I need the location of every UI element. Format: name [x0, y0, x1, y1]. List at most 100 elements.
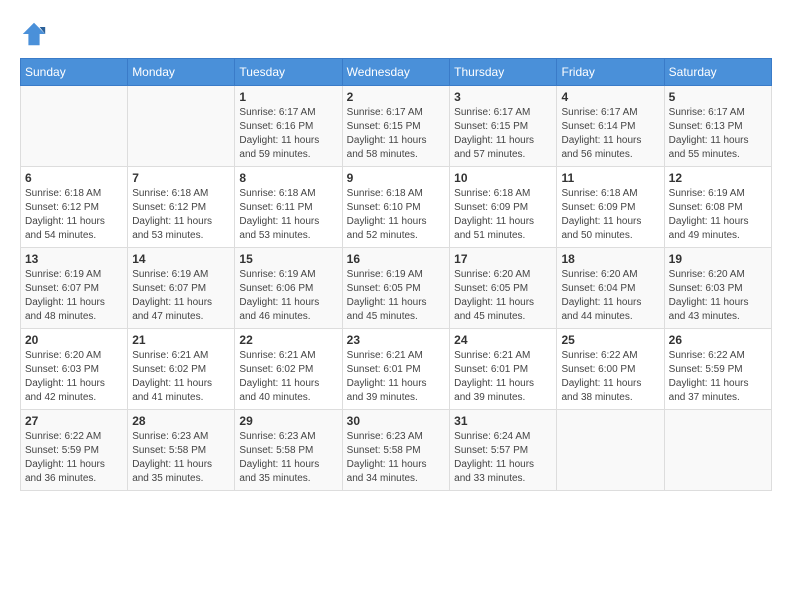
calendar-day-cell: 19 Sunrise: 6:20 AMSunset: 6:03 PMDayligh…	[664, 248, 771, 329]
day-number: 6	[25, 171, 123, 185]
day-info: Sunrise: 6:18 AMSunset: 6:11 PMDaylight:…	[239, 187, 337, 243]
calendar-day-cell: 26 Sunrise: 6:22 AMSunset: 5:59 PMDayligh…	[664, 329, 771, 410]
calendar-day-cell: 29 Sunrise: 6:23 AMSunset: 5:58 PMDayligh…	[235, 410, 342, 491]
calendar-day-cell	[128, 86, 235, 167]
day-number: 1	[239, 90, 337, 104]
day-of-week-header: Saturday	[664, 59, 771, 86]
day-info: Sunrise: 6:20 AMSunset: 6:04 PMDaylight:…	[561, 268, 659, 324]
calendar-day-cell: 5 Sunrise: 6:17 AMSunset: 6:13 PMDaylight…	[664, 86, 771, 167]
day-number: 17	[454, 252, 552, 266]
day-of-week-header: Tuesday	[235, 59, 342, 86]
day-number: 30	[347, 414, 446, 428]
day-number: 14	[132, 252, 230, 266]
calendar-day-cell: 1 Sunrise: 6:17 AMSunset: 6:16 PMDaylight…	[235, 86, 342, 167]
day-number: 26	[669, 333, 767, 347]
day-info: Sunrise: 6:19 AMSunset: 6:08 PMDaylight:…	[669, 187, 767, 243]
day-info: Sunrise: 6:21 AMSunset: 6:02 PMDaylight:…	[132, 349, 230, 405]
calendar-day-cell: 31 Sunrise: 6:24 AMSunset: 5:57 PMDayligh…	[450, 410, 557, 491]
day-info: Sunrise: 6:17 AMSunset: 6:16 PMDaylight:…	[239, 106, 337, 162]
calendar-day-cell: 12 Sunrise: 6:19 AMSunset: 6:08 PMDayligh…	[664, 167, 771, 248]
day-number: 13	[25, 252, 123, 266]
day-info: Sunrise: 6:21 AMSunset: 6:02 PMDaylight:…	[239, 349, 337, 405]
day-number: 5	[669, 90, 767, 104]
day-info: Sunrise: 6:18 AMSunset: 6:10 PMDaylight:…	[347, 187, 446, 243]
day-info: Sunrise: 6:21 AMSunset: 6:01 PMDaylight:…	[347, 349, 446, 405]
day-number: 24	[454, 333, 552, 347]
day-info: Sunrise: 6:23 AMSunset: 5:58 PMDaylight:…	[239, 430, 337, 486]
day-number: 28	[132, 414, 230, 428]
day-info: Sunrise: 6:20 AMSunset: 6:05 PMDaylight:…	[454, 268, 552, 324]
calendar-day-cell: 24 Sunrise: 6:21 AMSunset: 6:01 PMDayligh…	[450, 329, 557, 410]
day-info: Sunrise: 6:23 AMSunset: 5:58 PMDaylight:…	[347, 430, 446, 486]
calendar-day-cell: 10Sunrise: 6:18 AMSunset: 6:09 PMDayligh…	[450, 167, 557, 248]
day-of-week-header: Sunday	[21, 59, 128, 86]
day-number: 16	[347, 252, 446, 266]
day-info: Sunrise: 6:19 AMSunset: 6:07 PMDaylight:…	[132, 268, 230, 324]
day-number: 27	[25, 414, 123, 428]
calendar-day-cell: 7Sunrise: 6:18 AMSunset: 6:12 PMDaylight…	[128, 167, 235, 248]
day-number: 18	[561, 252, 659, 266]
calendar-week-row: 27 Sunrise: 6:22 AMSunset: 5:59 PMDayligh…	[21, 410, 772, 491]
day-info: Sunrise: 6:18 AMSunset: 6:09 PMDaylight:…	[561, 187, 659, 243]
day-info: Sunrise: 6:22 AMSunset: 5:59 PMDaylight:…	[25, 430, 123, 486]
day-number: 22	[239, 333, 337, 347]
day-of-week-header: Friday	[557, 59, 664, 86]
day-of-week-header: Wednesday	[342, 59, 450, 86]
calendar-day-cell: 2Sunrise: 6:17 AMSunset: 6:15 PMDaylight…	[342, 86, 450, 167]
day-info: Sunrise: 6:24 AMSunset: 5:57 PMDaylight:…	[454, 430, 552, 486]
day-number: 29	[239, 414, 337, 428]
day-number: 20	[25, 333, 123, 347]
calendar-week-row: 6 Sunrise: 6:18 AMSunset: 6:12 PMDaylight…	[21, 167, 772, 248]
calendar-day-cell	[664, 410, 771, 491]
day-number: 4	[561, 90, 659, 104]
day-number: 19	[669, 252, 767, 266]
day-info: Sunrise: 6:22 AMSunset: 6:00 PMDaylight:…	[561, 349, 659, 405]
page-header	[20, 20, 772, 48]
day-info: Sunrise: 6:19 AMSunset: 6:05 PMDaylight:…	[347, 268, 446, 324]
logo-icon	[20, 20, 48, 48]
day-number: 23	[347, 333, 446, 347]
day-info: Sunrise: 6:17 AMSunset: 6:14 PMDaylight:…	[561, 106, 659, 162]
day-number: 25	[561, 333, 659, 347]
calendar-day-cell: 18 Sunrise: 6:20 AMSunset: 6:04 PMDayligh…	[557, 248, 664, 329]
day-info: Sunrise: 6:23 AMSunset: 5:58 PMDaylight:…	[132, 430, 230, 486]
calendar-day-cell: 27 Sunrise: 6:22 AMSunset: 5:59 PMDayligh…	[21, 410, 128, 491]
calendar-day-cell: 9 Sunrise: 6:18 AMSunset: 6:10 PMDaylight…	[342, 167, 450, 248]
logo	[20, 20, 52, 48]
day-info: Sunrise: 6:22 AMSunset: 5:59 PMDaylight:…	[669, 349, 767, 405]
calendar-week-row: 13 Sunrise: 6:19 AMSunset: 6:07 PMDayligh…	[21, 248, 772, 329]
day-info: Sunrise: 6:21 AMSunset: 6:01 PMDaylight:…	[454, 349, 552, 405]
calendar-day-cell: 6 Sunrise: 6:18 AMSunset: 6:12 PMDaylight…	[21, 167, 128, 248]
day-info: Sunrise: 6:18 AMSunset: 6:09 PMDaylight:…	[454, 187, 552, 243]
day-info: Sunrise: 6:18 AMSunset: 6:12 PMDaylight:…	[132, 187, 230, 243]
calendar-day-cell: 28 Sunrise: 6:23 AMSunset: 5:58 PMDayligh…	[128, 410, 235, 491]
day-of-week-header: Monday	[128, 59, 235, 86]
calendar-day-cell: 22 Sunrise: 6:21 AMSunset: 6:02 PMDayligh…	[235, 329, 342, 410]
day-info: Sunrise: 6:17 AMSunset: 6:15 PMDaylight:…	[454, 106, 552, 162]
day-number: 31	[454, 414, 552, 428]
day-number: 11	[561, 171, 659, 185]
calendar-day-cell: 20 Sunrise: 6:20 AMSunset: 6:03 PMDayligh…	[21, 329, 128, 410]
day-info: Sunrise: 6:20 AMSunset: 6:03 PMDaylight:…	[669, 268, 767, 324]
day-info: Sunrise: 6:17 AMSunset: 6:13 PMDaylight:…	[669, 106, 767, 162]
calendar-day-cell: 30 Sunrise: 6:23 AMSunset: 5:58 PMDayligh…	[342, 410, 450, 491]
day-number: 21	[132, 333, 230, 347]
calendar-table: SundayMondayTuesdayWednesdayThursdayFrid…	[20, 58, 772, 491]
day-info: Sunrise: 6:18 AMSunset: 6:12 PMDaylight:…	[25, 187, 123, 243]
day-number: 9	[347, 171, 446, 185]
day-info: Sunrise: 6:20 AMSunset: 6:03 PMDaylight:…	[25, 349, 123, 405]
calendar-day-cell	[557, 410, 664, 491]
day-info: Sunrise: 6:19 AMSunset: 6:07 PMDaylight:…	[25, 268, 123, 324]
calendar-header-row: SundayMondayTuesdayWednesdayThursdayFrid…	[21, 59, 772, 86]
calendar-day-cell: 4 Sunrise: 6:17 AMSunset: 6:14 PMDaylight…	[557, 86, 664, 167]
calendar-day-cell: 8 Sunrise: 6:18 AMSunset: 6:11 PMDaylight…	[235, 167, 342, 248]
calendar-day-cell: 14 Sunrise: 6:19 AMSunset: 6:07 PMDayligh…	[128, 248, 235, 329]
day-of-week-header: Thursday	[450, 59, 557, 86]
calendar-day-cell	[21, 86, 128, 167]
calendar-day-cell: 21 Sunrise: 6:21 AMSunset: 6:02 PMDayligh…	[128, 329, 235, 410]
day-number: 12	[669, 171, 767, 185]
calendar-day-cell: 16 Sunrise: 6:19 AMSunset: 6:05 PMDayligh…	[342, 248, 450, 329]
day-number: 3	[454, 90, 552, 104]
day-number: 8	[239, 171, 337, 185]
calendar-week-row: 20 Sunrise: 6:20 AMSunset: 6:03 PMDayligh…	[21, 329, 772, 410]
